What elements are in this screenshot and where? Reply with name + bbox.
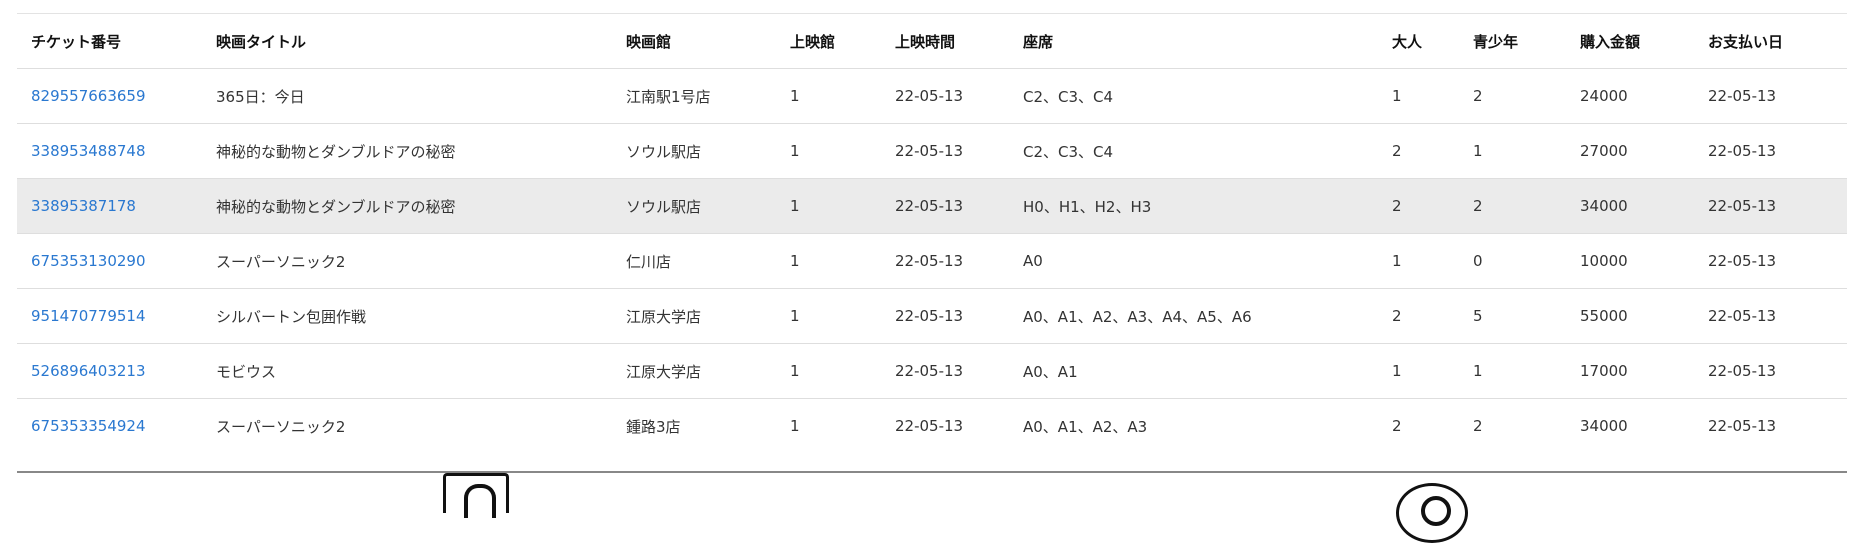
cell-showtime: 22-05-13 bbox=[895, 252, 964, 270]
cell-seats: C2、C3、C4 bbox=[1023, 87, 1114, 106]
cell-adults: 1 bbox=[1392, 362, 1402, 380]
tickets-table: チケット番号 映画タイトル 映画館 上映館 上映時間 座席 大人 青少年 購入金額 お支払い日 8… bbox=[17, 13, 1847, 454]
cell-showtime: 22-05-13 bbox=[895, 142, 964, 160]
cell-adults: 1 bbox=[1392, 252, 1402, 270]
column-header-ticket-number: チケット番号 bbox=[31, 32, 122, 51]
cell-movie-title: 神秘的な動物とダンブルドアの秘密 bbox=[216, 142, 456, 161]
cell-payment-date: 22-05-13 bbox=[1708, 417, 1777, 436]
table-row[interactable]: 951470779514 シルバートン包囲作戦 江原大学店 1 22-05-13 A0、A… bbox=[17, 288, 1847, 344]
table-header-row: チケット番号 映画タイトル 映画館 上映館 上映時間 座席 大人 青少年 購入金額 お支払い日 bbox=[17, 13, 1847, 69]
cell-screen: 1 bbox=[790, 252, 800, 270]
cell-adults: 1 bbox=[1392, 87, 1402, 105]
cell-youth: 1 bbox=[1473, 362, 1483, 380]
cell-movie-title: シルバートン包囲作戦 bbox=[216, 307, 367, 326]
table-row[interactable]: 675353130290 スーパーソニック2 仁川店 1 22-05-13 A0 1 0 100… bbox=[17, 233, 1847, 289]
cell-movie-title: 神秘的な動物とダンブルドアの秘密 bbox=[216, 197, 456, 216]
cell-ticket-number: 829557663659 bbox=[17, 69, 202, 124]
ticket-number-link[interactable]: 33895387178 bbox=[31, 197, 136, 215]
cell-payment-date: 22-05-13 bbox=[1708, 197, 1777, 215]
cell-movie-title: スーパーソニック2 bbox=[216, 417, 346, 436]
cell-screen: 1 bbox=[790, 417, 800, 436]
table-row[interactable]: 338953488748 神秘的な動物とダンブルドアの秘密 ソウル駅店 1 22-05-… bbox=[17, 123, 1847, 179]
cell-showtime: 22-05-13 bbox=[895, 417, 964, 436]
cell-payment-date: 22-05-13 bbox=[1708, 87, 1777, 105]
cell-youth: 2 bbox=[1473, 417, 1483, 436]
cell-youth: 0 bbox=[1473, 252, 1483, 270]
column-header-adults: 大人 bbox=[1392, 32, 1423, 51]
circle-icon[interactable] bbox=[1396, 483, 1468, 543]
cell-amount: 34000 bbox=[1580, 417, 1628, 436]
column-header-amount: 購入金額 bbox=[1580, 32, 1641, 51]
cell-theater: 江原大学店 bbox=[626, 362, 702, 381]
cell-showtime: 22-05-13 bbox=[895, 197, 964, 215]
cell-movie-title: 365日：今日 bbox=[216, 87, 305, 106]
column-header-theater: 映画館 bbox=[626, 32, 672, 51]
cell-ticket-number: 338953488748 bbox=[17, 124, 202, 179]
cell-amount: 10000 bbox=[1580, 252, 1628, 270]
cell-payment-date: 22-05-13 bbox=[1708, 142, 1777, 160]
cell-adults: 2 bbox=[1392, 142, 1402, 160]
cell-youth: 2 bbox=[1473, 87, 1483, 105]
cell-seats: A0、A1、A2、A3、A4、A5、A6 bbox=[1023, 307, 1252, 326]
cell-showtime: 22-05-13 bbox=[895, 87, 964, 105]
cell-amount: 55000 bbox=[1580, 307, 1628, 325]
cell-youth: 2 bbox=[1473, 197, 1483, 215]
cell-theater: 江原大学店 bbox=[626, 307, 702, 326]
cell-seats: H0、H1、H2、H3 bbox=[1023, 197, 1152, 216]
ticket-number-link[interactable]: 951470779514 bbox=[31, 307, 146, 325]
cell-theater: 江南駅1号店 bbox=[626, 87, 711, 106]
cell-ticket-number: 675353354924 bbox=[17, 399, 202, 454]
cell-screen: 1 bbox=[790, 307, 800, 325]
cell-payment-date: 22-05-13 bbox=[1708, 362, 1777, 380]
cell-amount: 34000 bbox=[1580, 197, 1628, 215]
cell-theater: ソウル駅店 bbox=[626, 197, 702, 216]
cell-seats: A0、A1 bbox=[1023, 362, 1078, 381]
cell-ticket-number: 951470779514 bbox=[17, 289, 202, 344]
column-header-movie-title: 映画タイトル bbox=[216, 32, 307, 51]
cell-seats: A0 bbox=[1023, 252, 1043, 270]
column-header-payment-date: お支払い日 bbox=[1708, 32, 1784, 51]
cell-seats: C2、C3、C4 bbox=[1023, 142, 1114, 161]
cell-ticket-number: 33895387178 bbox=[17, 179, 202, 234]
cell-adults: 2 bbox=[1392, 307, 1402, 325]
cell-adults: 2 bbox=[1392, 417, 1402, 436]
cell-theater: 鍾路3店 bbox=[626, 417, 681, 436]
cell-screen: 1 bbox=[790, 362, 800, 380]
cell-screen: 1 bbox=[790, 142, 800, 160]
table-row[interactable]: 675353354924 スーパーソニック2 鍾路3店 1 22-05-13 A0、A1、… bbox=[17, 398, 1847, 454]
cell-theater: ソウル駅店 bbox=[626, 142, 702, 161]
column-header-showtime: 上映時間 bbox=[895, 32, 956, 51]
column-header-seats: 座席 bbox=[1023, 32, 1054, 51]
divider bbox=[17, 471, 1847, 473]
cell-adults: 2 bbox=[1392, 197, 1402, 215]
ticket-number-link[interactable]: 338953488748 bbox=[31, 142, 146, 160]
cell-theater: 仁川店 bbox=[626, 252, 672, 271]
cell-payment-date: 22-05-13 bbox=[1708, 307, 1777, 325]
cell-movie-title: モビウス bbox=[216, 362, 277, 381]
app-icon[interactable] bbox=[443, 473, 509, 518]
cell-youth: 1 bbox=[1473, 142, 1483, 160]
cell-ticket-number: 526896403213 bbox=[17, 344, 202, 399]
table-row[interactable]: 526896403213 モビウス 江原大学店 1 22-05-13 A0、A1 1 1 170… bbox=[17, 343, 1847, 399]
cell-seats: A0、A1、A2、A3 bbox=[1023, 417, 1148, 436]
cell-amount: 24000 bbox=[1580, 87, 1628, 105]
table-row[interactable]: 829557663659 365日：今日 江南駅1号店 1 22-05-13 C2、C3、… bbox=[17, 68, 1847, 124]
ticket-number-link[interactable]: 675353130290 bbox=[31, 252, 146, 270]
cell-movie-title: スーパーソニック2 bbox=[216, 252, 346, 271]
cell-payment-date: 22-05-13 bbox=[1708, 252, 1777, 270]
table-row[interactable]: 33895387178 神秘的な動物とダンブルドアの秘密 ソウル駅店 1 22-05-1… bbox=[17, 178, 1847, 234]
ticket-number-link[interactable]: 675353354924 bbox=[31, 417, 146, 435]
cell-screen: 1 bbox=[790, 197, 800, 215]
column-header-youth: 青少年 bbox=[1473, 32, 1519, 51]
cell-showtime: 22-05-13 bbox=[895, 362, 964, 380]
ticket-number-link[interactable]: 526896403213 bbox=[31, 362, 146, 380]
cell-showtime: 22-05-13 bbox=[895, 307, 964, 325]
cell-ticket-number: 675353130290 bbox=[17, 234, 202, 289]
column-header-screen: 上映館 bbox=[790, 32, 836, 51]
cell-youth: 5 bbox=[1473, 307, 1483, 325]
ticket-number-link[interactable]: 829557663659 bbox=[31, 87, 146, 105]
cell-screen: 1 bbox=[790, 87, 800, 105]
cell-amount: 17000 bbox=[1580, 362, 1628, 380]
cell-amount: 27000 bbox=[1580, 142, 1628, 160]
